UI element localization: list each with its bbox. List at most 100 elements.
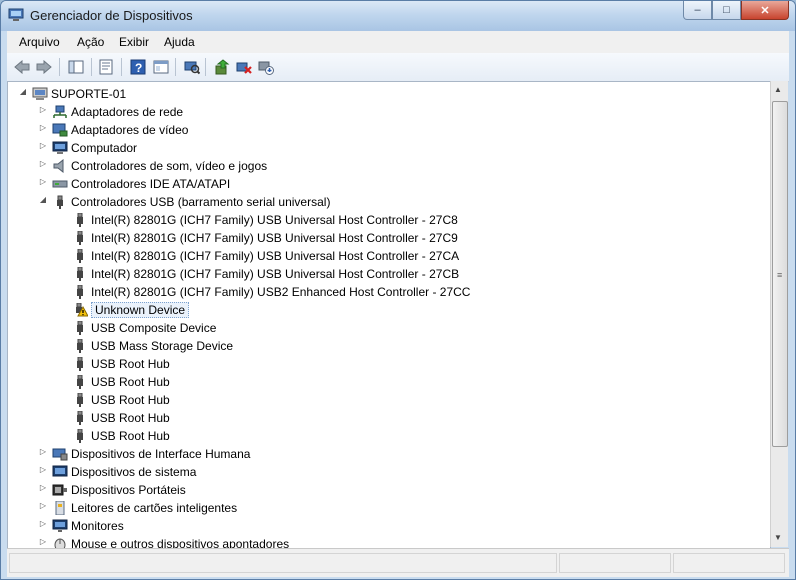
maximize-button[interactable]: □ xyxy=(712,1,741,20)
category-label: Controladores IDE ATA/ATAPI xyxy=(71,177,231,191)
toolbar: ? xyxy=(7,53,789,82)
window-title: Gerenciador de Dispositivos xyxy=(30,8,193,23)
system-device-icon xyxy=(52,465,68,477)
expand-arrow[interactable]: ▷ xyxy=(38,519,48,528)
usb-connector-icon xyxy=(77,285,83,299)
device-label: USB Root Hub xyxy=(91,429,170,443)
expand-arrow[interactable]: ▷ xyxy=(38,483,48,492)
category-video-adapters[interactable]: Adaptadores de vídeo xyxy=(52,121,188,139)
console-tree-icon[interactable] xyxy=(67,58,85,76)
category-label: Leitores de cartões inteligentes xyxy=(71,501,238,515)
monitor-icon xyxy=(52,519,68,532)
properties-icon[interactable] xyxy=(97,58,115,76)
svg-text:?: ? xyxy=(135,61,142,75)
usb-connector-icon xyxy=(57,195,63,209)
scan-icon[interactable] xyxy=(183,58,201,76)
category-ide-controllers[interactable]: Controladores IDE ATA/ATAPI xyxy=(52,175,230,193)
expand-arrow[interactable]: ▷ xyxy=(38,465,48,474)
usb-device-27ca[interactable]: Intel(R) 82801G (ICH7 Family) USB Univer… xyxy=(72,247,459,265)
uninstall-icon[interactable] xyxy=(235,58,253,76)
menu-exibir[interactable]: Exibir xyxy=(119,35,149,49)
update-driver-icon[interactable] xyxy=(213,58,231,76)
device-label: USB Root Hub xyxy=(91,375,170,389)
expand-arrow[interactable]: ▷ xyxy=(38,447,48,456)
menu-arquivo[interactable]: Arquivo xyxy=(19,35,60,49)
expand-arrow[interactable]: ▷ xyxy=(38,105,48,114)
computer-icon xyxy=(32,87,48,100)
expand-arrow[interactable]: ▷ xyxy=(38,537,48,546)
close-button[interactable]: ✕ xyxy=(741,1,789,20)
device-label: USB Root Hub xyxy=(91,393,170,407)
category-system-devices[interactable]: Dispositivos de sistema xyxy=(52,463,196,481)
category-hid[interactable]: Dispositivos de Interface Humana xyxy=(52,445,250,463)
expand-arrow[interactable]: ▷ xyxy=(38,141,48,150)
category-sound-video-game[interactable]: Controladores de som, vídeo e jogos xyxy=(52,157,267,175)
vertical-scrollbar[interactable]: ▲ ≡ ▼ xyxy=(770,81,788,547)
usb-device-27cb[interactable]: Intel(R) 82801G (ICH7 Family) USB Univer… xyxy=(72,265,459,283)
usb-composite-device[interactable]: USB Composite Device xyxy=(72,319,216,337)
scroll-down-icon[interactable]: ▼ xyxy=(774,533,782,542)
usb-root-hub[interactable]: USB Root Hub xyxy=(72,373,170,391)
usb-mass-storage-device[interactable]: USB Mass Storage Device xyxy=(72,337,233,355)
category-label: Controladores de som, vídeo e jogos xyxy=(71,159,268,173)
status-pane-3 xyxy=(673,553,785,573)
network-adapter-icon xyxy=(53,105,67,118)
menu-ajuda[interactable]: Ajuda xyxy=(164,35,195,49)
scroll-thumb[interactable]: ≡ xyxy=(772,101,788,447)
usb-device-27c8[interactable]: Intel(R) 82801G (ICH7 Family) USB Univer… xyxy=(72,211,458,229)
device-label: USB Composite Device xyxy=(91,321,217,335)
menu-acao[interactable]: Ação xyxy=(77,35,104,49)
category-network-adapters[interactable]: Adaptadores de rede xyxy=(52,103,183,121)
forward-icon[interactable] xyxy=(35,58,53,76)
help-icon[interactable]: ? xyxy=(129,58,147,76)
minimize-button[interactable]: – xyxy=(683,1,712,20)
expand-arrow[interactable]: ▷ xyxy=(38,159,48,168)
expand-arrow[interactable]: ▷ xyxy=(38,501,48,510)
category-monitors[interactable]: Monitores xyxy=(52,517,124,535)
device-label: USB Root Hub xyxy=(91,411,170,425)
disable-icon[interactable] xyxy=(257,58,275,76)
usb-connector-icon xyxy=(77,231,83,245)
collapse-arrow[interactable]: ◢ xyxy=(38,195,48,204)
device-manager-window: Gerenciador de Dispositivos – □ ✕ Arquiv… xyxy=(0,0,796,580)
category-smart-card-readers[interactable]: Leitores de cartões inteligentes xyxy=(52,499,237,517)
scroll-up-icon[interactable]: ▲ xyxy=(774,85,782,94)
category-label: Dispositivos de Interface Humana xyxy=(71,447,251,461)
usb-device-27c9[interactable]: Intel(R) 82801G (ICH7 Family) USB Univer… xyxy=(72,229,458,247)
usb-connector-icon xyxy=(77,267,83,281)
status-pane-2 xyxy=(559,553,671,573)
usb-device-27cc[interactable]: Intel(R) 82801G (ICH7 Family) USB2 Enhan… xyxy=(72,283,470,301)
category-usb-controllers[interactable]: Controladores USB (barramento serial uni… xyxy=(52,193,330,211)
selected-device-label: Unknown Device xyxy=(91,302,190,318)
smart-card-reader-icon xyxy=(55,501,65,515)
category-portable-devices[interactable]: Dispositivos Portáteis xyxy=(52,481,186,499)
back-icon[interactable] xyxy=(13,58,31,76)
usb-root-hub[interactable]: USB Root Hub xyxy=(72,391,170,409)
device-label: Intel(R) 82801G (ICH7 Family) USB Univer… xyxy=(91,249,460,263)
expand-arrow[interactable]: ▷ xyxy=(38,177,48,186)
usb-root-hub[interactable]: USB Root Hub xyxy=(72,355,170,373)
category-computer[interactable]: Computador xyxy=(52,139,137,157)
category-label: Adaptadores de rede xyxy=(71,105,184,119)
category-label: Dispositivos de sistema xyxy=(71,465,197,479)
usb-connector-icon xyxy=(77,429,83,443)
category-mouse-pointing[interactable]: Mouse e outros dispositivos apontadores xyxy=(52,535,289,548)
usb-root-hub[interactable]: USB Root Hub xyxy=(72,427,170,445)
expand-arrow[interactable]: ▷ xyxy=(38,123,48,132)
status-bar xyxy=(7,548,789,577)
device-label: Intel(R) 82801G (ICH7 Family) USB Univer… xyxy=(91,213,458,227)
tree-root[interactable]: SUPORTE-01 xyxy=(32,85,126,103)
device-label: Intel(R) 82801G (ICH7 Family) USB2 Enhan… xyxy=(91,285,471,299)
title-bar[interactable]: Gerenciador de Dispositivos – □ ✕ xyxy=(1,1,795,31)
device-tree[interactable]: ◢ SUPORTE-01 ▷ Adaptadores de rede ▷ Ada… xyxy=(7,81,771,549)
view-icon[interactable] xyxy=(152,58,170,76)
usb-root-hub[interactable]: USB Root Hub xyxy=(72,409,170,427)
usb-connector-icon xyxy=(77,321,83,335)
usb-connector-icon xyxy=(77,249,83,263)
usb-connector-icon xyxy=(77,411,83,425)
device-manager-icon xyxy=(8,8,24,21)
device-label: USB Mass Storage Device xyxy=(91,339,234,353)
usb-device-unknown[interactable]: Unknown Device xyxy=(72,301,190,319)
collapse-arrow[interactable]: ◢ xyxy=(18,87,28,96)
category-label: Controladores USB (barramento serial uni… xyxy=(71,195,331,209)
